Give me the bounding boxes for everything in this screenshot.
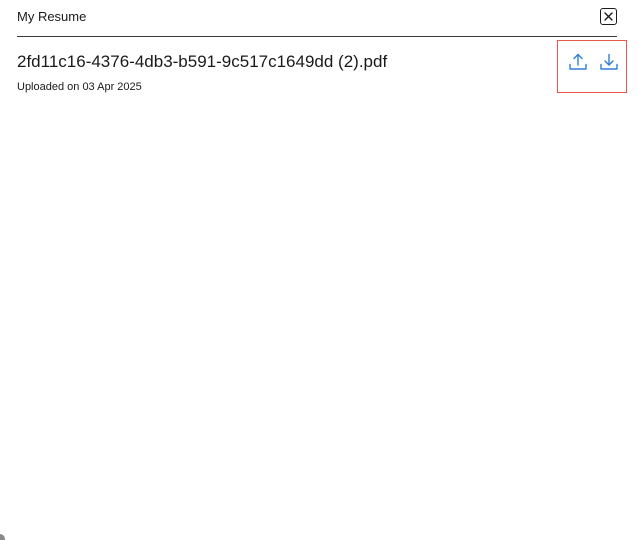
resume-file-row: 2fd11c16-4376-4db3-b591-9c517c1649dd (2)…: [17, 52, 557, 94]
file-actions: [557, 40, 627, 93]
upload-date: Uploaded on 03 Apr 2025: [17, 81, 142, 93]
download-icon: [600, 53, 618, 70]
resume-modal: My Resume 2fd11c16-4376-4db3-b591-9c517c…: [0, 0, 638, 540]
upload-icon: [569, 53, 587, 70]
file-name: 2fd11c16-4376-4db3-b591-9c517c1649dd (2)…: [17, 52, 388, 71]
upload-button[interactable]: [567, 51, 589, 73]
modal-title: My Resume: [17, 9, 87, 24]
modal-header: My Resume: [17, 0, 617, 37]
window-corner: [0, 534, 5, 540]
close-button[interactable]: [600, 8, 617, 25]
download-button[interactable]: [598, 51, 620, 73]
close-icon: [604, 12, 613, 21]
